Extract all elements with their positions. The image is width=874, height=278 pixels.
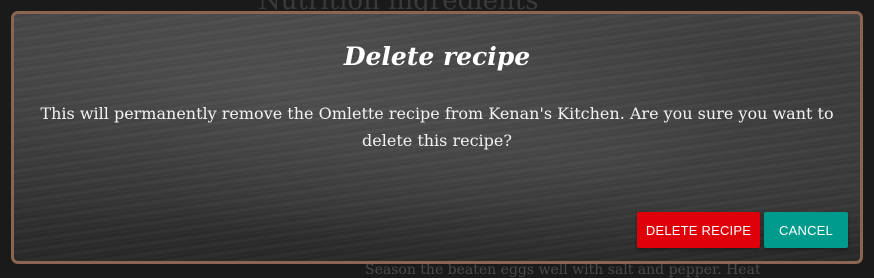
delete-recipe-modal: Delete recipe This will permanently remo… (11, 11, 863, 264)
background-paragraph: Season the beaten eggs well with salt an… (365, 262, 761, 278)
modal-message: This will permanently remove the Omlette… (40, 104, 834, 150)
cancel-button[interactable]: CANCEL (764, 212, 848, 248)
modal-title: Delete recipe (343, 42, 531, 71)
delete-recipe-button[interactable]: DELETE RECIPE (637, 212, 760, 248)
